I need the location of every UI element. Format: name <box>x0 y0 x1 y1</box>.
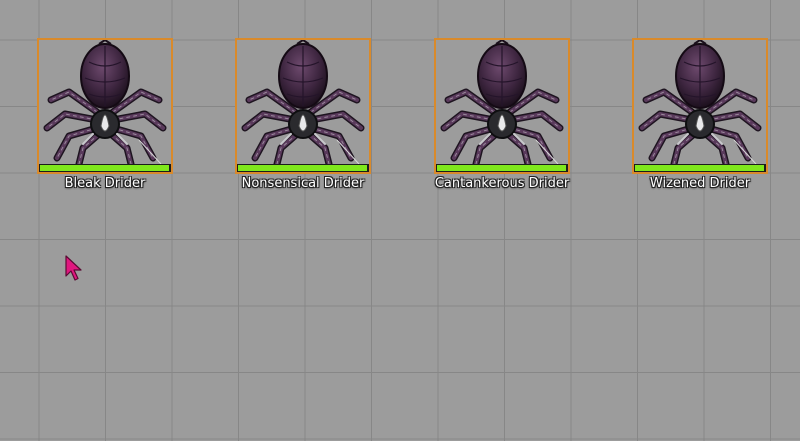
token-nonsensical-drider[interactable]: Nonsensical Drider <box>235 38 371 191</box>
token-frame[interactable] <box>235 38 371 174</box>
token-name-label: Bleak Drider <box>64 176 146 191</box>
token-wizened-drider[interactable]: Wizened Drider <box>632 38 768 191</box>
hp-bar-fill <box>635 165 765 171</box>
hp-bar <box>237 164 369 172</box>
drider-spider-icon <box>638 40 762 166</box>
hp-bar <box>634 164 766 172</box>
hp-bar <box>436 164 568 172</box>
drider-spider-icon <box>43 40 167 166</box>
mouse-pointer-icon <box>65 255 82 281</box>
hp-bar-fill <box>238 165 368 171</box>
token-frame[interactable] <box>37 38 173 174</box>
token-frame[interactable] <box>632 38 768 174</box>
hp-bar-fill <box>40 165 170 171</box>
hp-bar <box>39 164 171 172</box>
token-frame[interactable] <box>434 38 570 174</box>
drider-spider-icon <box>440 40 564 166</box>
token-name-label: Wizened Drider <box>649 176 751 191</box>
token-name-label: Cantankerous Drider <box>434 176 570 191</box>
token-bleak-drider[interactable]: Bleak Drider <box>37 38 173 191</box>
hp-bar-fill <box>437 165 567 171</box>
drider-spider-icon <box>241 40 365 166</box>
token-cantankerous-drider[interactable]: Cantankerous Drider <box>434 38 570 191</box>
token-name-label: Nonsensical Drider <box>241 176 365 191</box>
